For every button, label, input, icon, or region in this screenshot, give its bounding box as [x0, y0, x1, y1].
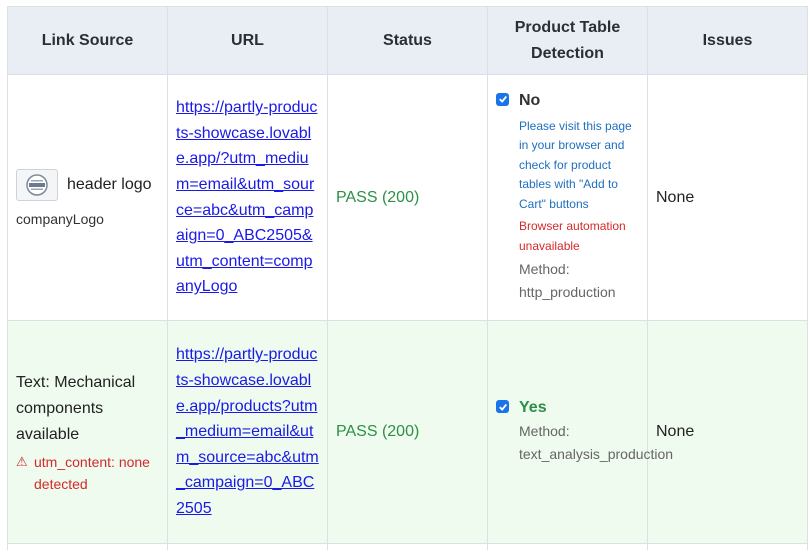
- checkbox-checked-icon[interactable]: [496, 92, 509, 106]
- checkbox-checked-icon[interactable]: [496, 400, 509, 413]
- header-status: Status: [327, 6, 488, 75]
- detection-cell: Yes Method: text_analysis_production: [487, 320, 673, 544]
- detection-method: Method: text_analysis_production: [519, 423, 674, 462]
- header-link-source: Link Source: [7, 6, 168, 75]
- link-report-table: Link Source URL Status Product Table Det…: [7, 6, 808, 550]
- issues-value: None: [656, 423, 695, 440]
- table-header-row: Link Source URL Status Product Table Det…: [7, 6, 808, 75]
- detection-result: No: [519, 91, 541, 109]
- table-row: header logo companyLogo https://partly-p…: [7, 74, 808, 321]
- detection-result: Yes: [519, 399, 547, 416]
- url-link[interactable]: https://partly-products-showcase.lovable…: [176, 99, 317, 295]
- url-cell: https://partly-products-showcase.lovable…: [167, 320, 328, 544]
- table-row: Text: Mechanical components available ⚠ …: [7, 320, 808, 544]
- issues-cell: None: [647, 74, 808, 321]
- link-source-cell: header logo companyLogo: [7, 74, 168, 321]
- url-cell: https://partly-products-showcase.lovable…: [167, 74, 328, 321]
- status-cell: PASS (200): [327, 74, 488, 321]
- table-row-partial: [7, 543, 808, 550]
- detection-message: Please visit this page in your browser a…: [519, 118, 632, 211]
- link-source-label: header logo: [67, 175, 152, 193]
- status-pass: PASS (200): [336, 423, 420, 440]
- header-detection-line2: Detection: [531, 44, 604, 62]
- header-detection-line1: Product Table: [514, 18, 621, 36]
- link-source-cell: Text: Mechanical components available ⚠ …: [7, 320, 168, 544]
- link-source-text: Text: Mechanical components available: [16, 373, 136, 443]
- link-source-main: header logo: [16, 168, 159, 201]
- utm-warning: ⚠ utm_content: none detected: [16, 451, 159, 495]
- issues-value: None: [656, 188, 695, 206]
- header-url: URL: [167, 6, 328, 75]
- warning-text: utm_content: none detected: [34, 453, 150, 492]
- check-mark-icon: [498, 96, 507, 104]
- detection-method: Method: http_production: [519, 261, 616, 301]
- status-pass: PASS (200): [336, 188, 420, 206]
- status-cell: PASS (200): [327, 320, 488, 544]
- detection-error: Browser automation unavailable: [519, 219, 626, 253]
- link-source-sub: companyLogo: [16, 210, 104, 227]
- header-product-table-detection: Product Table Detection: [487, 6, 648, 75]
- warning-triangle-icon: ⚠: [16, 453, 28, 469]
- url-link[interactable]: https://partly-products-showcase.lovable…: [176, 346, 319, 517]
- detection-cell: No Please visit this page in your browse…: [487, 74, 648, 321]
- logo-glyph: [26, 173, 48, 196]
- header-issues: Issues: [647, 6, 808, 75]
- company-logo-image: [16, 168, 58, 201]
- check-mark-icon: [498, 403, 507, 411]
- issues-cell: None: [647, 320, 808, 544]
